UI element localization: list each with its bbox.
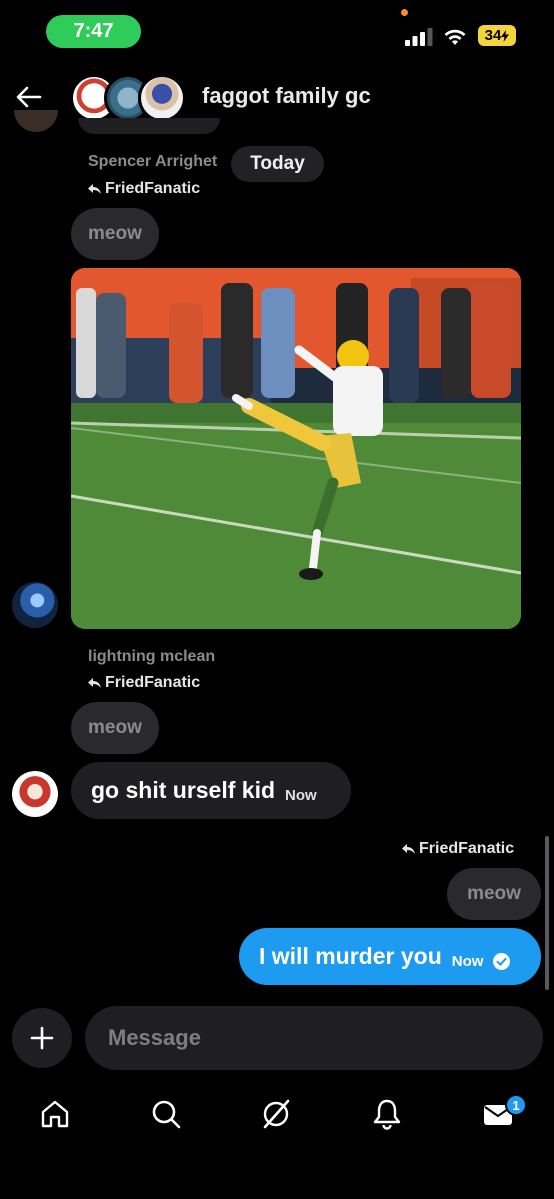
message-text: go shit urself kid [91,777,276,803]
reply-reference[interactable]: FriedFanatic [88,180,200,198]
group-member-avatar [138,74,186,122]
add-attachment-button[interactable] [12,1008,72,1068]
grok-icon[interactable] [259,1097,293,1131]
reply-username: FriedFanatic [419,840,515,857]
reply-arrow-icon [402,844,415,854]
charging-bolt-icon [501,29,510,42]
avatar[interactable] [12,771,58,817]
plus-icon [30,1026,54,1050]
avatar[interactable] [14,110,58,132]
home-icon[interactable] [38,1097,72,1131]
reply-arrow-icon [88,184,101,194]
privacy-indicator-dot [401,9,408,16]
date-divider: Today [231,146,324,182]
search-icon[interactable] [149,1097,183,1131]
read-check-icon [493,953,511,970]
reply-reference[interactable]: FriedFanatic [402,840,514,858]
sender-name: lightning mclean [88,648,216,665]
battery-level: 34 [484,27,502,44]
messages-badge: 1 [505,1094,527,1116]
outgoing-message-bubble[interactable]: I will murder you Now [239,928,541,985]
avatar-lightning-mclean[interactable] [12,582,58,628]
message-bubble[interactable] [78,118,220,134]
reply-reference[interactable]: FriedFanatic [88,674,200,692]
reply-username: FriedFanatic [105,674,201,691]
scrollbar[interactable] [545,836,549,990]
quoted-message[interactable]: meow [447,868,541,920]
battery-indicator: 34 [478,25,516,46]
message-timestamp: Now [451,953,484,970]
status-time[interactable]: 7:47 [46,15,141,48]
message-bubble[interactable]: go shit urself kid Now [71,762,351,819]
reply-arrow-icon [88,678,101,688]
quoted-message[interactable]: meow [71,208,159,260]
reply-username: FriedFanatic [105,180,201,197]
wifi-icon [444,29,466,45]
status-bar: 7:47 34 [0,0,554,60]
gif-frame [71,268,521,629]
cellular-signal-icon [405,28,433,46]
group-title[interactable]: faggot family gc [202,83,371,109]
message-input[interactable] [85,1006,543,1070]
gif-media[interactable] [71,268,521,629]
message-text: I will murder you [259,943,442,969]
message-timestamp: Now [285,787,317,804]
group-avatars[interactable] [70,74,190,122]
quoted-message[interactable]: meow [71,702,159,754]
notifications-bell-icon[interactable] [370,1097,404,1131]
back-arrow-icon[interactable] [14,82,44,112]
sender-name: Spencer Arrighet [88,153,218,170]
bottom-navigation [0,1085,554,1145]
